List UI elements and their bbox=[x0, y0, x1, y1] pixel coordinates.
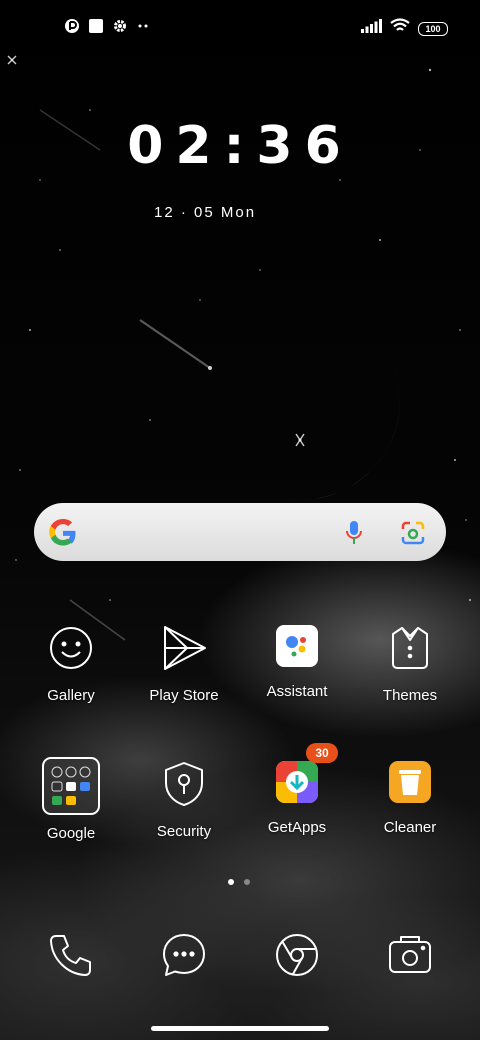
status-bar: 100 bbox=[0, 0, 480, 56]
app-label-play-store: Play Store bbox=[149, 687, 219, 704]
page-dot[interactable] bbox=[244, 879, 250, 885]
clock-time[interactable]: 02:36 bbox=[0, 116, 480, 176]
app-notification-icon bbox=[64, 18, 80, 39]
app-label-cleaner: Cleaner bbox=[383, 819, 437, 836]
assistant-icon[interactable] bbox=[276, 625, 318, 667]
notification-badge: 30 bbox=[306, 743, 338, 763]
shield-icon[interactable] bbox=[161, 761, 207, 807]
folder-icon[interactable] bbox=[42, 757, 100, 815]
battery-icon: 100 bbox=[418, 21, 448, 36]
page-indicator bbox=[228, 879, 250, 885]
app-label-themes: Themes bbox=[382, 687, 438, 704]
app-security[interactable]: Security bbox=[129, 761, 239, 840]
more-dots-icon bbox=[136, 18, 150, 39]
trash-can-icon[interactable] bbox=[389, 761, 431, 803]
app-label-gallery: Gallery bbox=[47, 687, 95, 704]
clock-date[interactable]: 12 · 05 Mon bbox=[154, 204, 256, 221]
play-store-icon[interactable] bbox=[161, 625, 207, 671]
page-dot-active[interactable] bbox=[228, 879, 234, 885]
google-search-bar[interactable] bbox=[34, 503, 446, 561]
wifi-icon bbox=[390, 18, 410, 39]
app-label-assistant: Assistant bbox=[266, 683, 328, 700]
dock-phone-icon[interactable] bbox=[48, 932, 94, 978]
smiley-face-icon[interactable] bbox=[48, 625, 94, 671]
app-assistant[interactable]: Assistant bbox=[242, 625, 352, 700]
app-gallery[interactable]: Gallery bbox=[16, 625, 126, 704]
dock-camera-icon[interactable] bbox=[387, 932, 433, 978]
home-gesture-bar[interactable] bbox=[151, 1026, 329, 1031]
lens-camera-icon[interactable] bbox=[400, 520, 426, 551]
signal-icon bbox=[360, 19, 382, 38]
getapps-icon[interactable] bbox=[276, 761, 318, 803]
app-label-getapps: GetApps bbox=[267, 819, 327, 836]
microphone-icon[interactable] bbox=[344, 520, 364, 551]
app-cleaner[interactable]: Cleaner bbox=[355, 761, 465, 836]
app-folder-google[interactable]: Google bbox=[16, 757, 126, 842]
shirt-icon[interactable] bbox=[387, 625, 433, 671]
settings-icon bbox=[112, 18, 128, 39]
google-g-icon[interactable] bbox=[48, 518, 78, 553]
app-themes[interactable]: Themes bbox=[355, 625, 465, 704]
app-play-store[interactable]: Play Store bbox=[129, 625, 239, 704]
square-notification-icon bbox=[88, 18, 104, 39]
app-getapps[interactable]: 30 GetApps bbox=[242, 743, 352, 836]
dock-browser-icon[interactable] bbox=[274, 932, 320, 978]
app-label-google: Google bbox=[46, 825, 96, 842]
app-label-security: Security bbox=[156, 823, 212, 840]
crescent-moon-icon bbox=[240, 320, 400, 500]
dock-messages-icon[interactable] bbox=[161, 932, 207, 978]
